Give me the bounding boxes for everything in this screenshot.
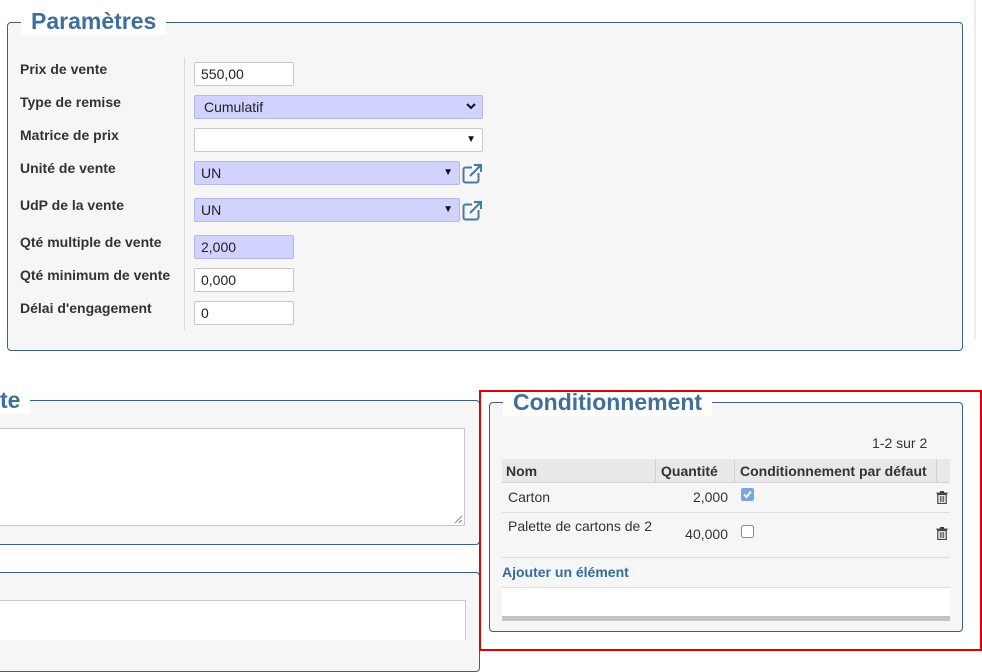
dropdown-arrow-icon: ▼ <box>466 134 476 145</box>
discount-type-value: Cumulatif <box>204 99 264 115</box>
params-divider <box>184 58 185 330</box>
sale-unit-select[interactable]: UN ▼ <box>194 161 460 185</box>
external-link-icon[interactable] <box>462 163 484 185</box>
sale-unit-value: UN <box>201 165 222 181</box>
chevron-down-icon <box>466 103 476 110</box>
external-link-icon[interactable] <box>462 200 484 222</box>
udp-sale-value: UN <box>201 202 222 218</box>
resize-handle-icon[interactable] <box>454 515 463 524</box>
sale-price-input[interactable]: 550,00 <box>194 62 294 86</box>
price-matrix-select[interactable]: ▼ <box>194 128 483 152</box>
highlight-box <box>479 390 982 651</box>
udp-sale-select[interactable]: UN ▼ <box>194 198 460 222</box>
price-matrix-label: Matrice de prix <box>20 127 119 143</box>
multiple-qty-label: Qté multiple de vente <box>20 234 162 250</box>
page-scroll-edge <box>974 0 976 340</box>
min-qty-label: Qté minimum de vente <box>20 267 171 283</box>
params-title: Paramètres <box>21 7 167 35</box>
left-section-title: te <box>0 386 31 414</box>
min-qty-input[interactable]: 0,000 <box>194 268 294 292</box>
dropdown-arrow-icon: ▼ <box>443 204 453 215</box>
dropdown-arrow-icon: ▼ <box>443 167 453 178</box>
multiple-qty-input[interactable]: 2,000 <box>194 235 294 259</box>
sale-unit-label: Unité de vente <box>20 160 116 176</box>
commitment-delay-input[interactable]: 0 <box>194 301 294 325</box>
udp-sale-label: UdP de la vente <box>20 197 125 213</box>
discount-type-select[interactable]: Cumulatif <box>194 95 483 119</box>
discount-type-label: Type de remise <box>20 94 121 110</box>
left-textarea[interactable] <box>0 428 465 526</box>
commitment-delay-label: Délai d'engagement <box>20 300 152 316</box>
sale-price-label: Prix de vente <box>20 61 108 77</box>
left-textarea-2[interactable] <box>0 600 466 640</box>
